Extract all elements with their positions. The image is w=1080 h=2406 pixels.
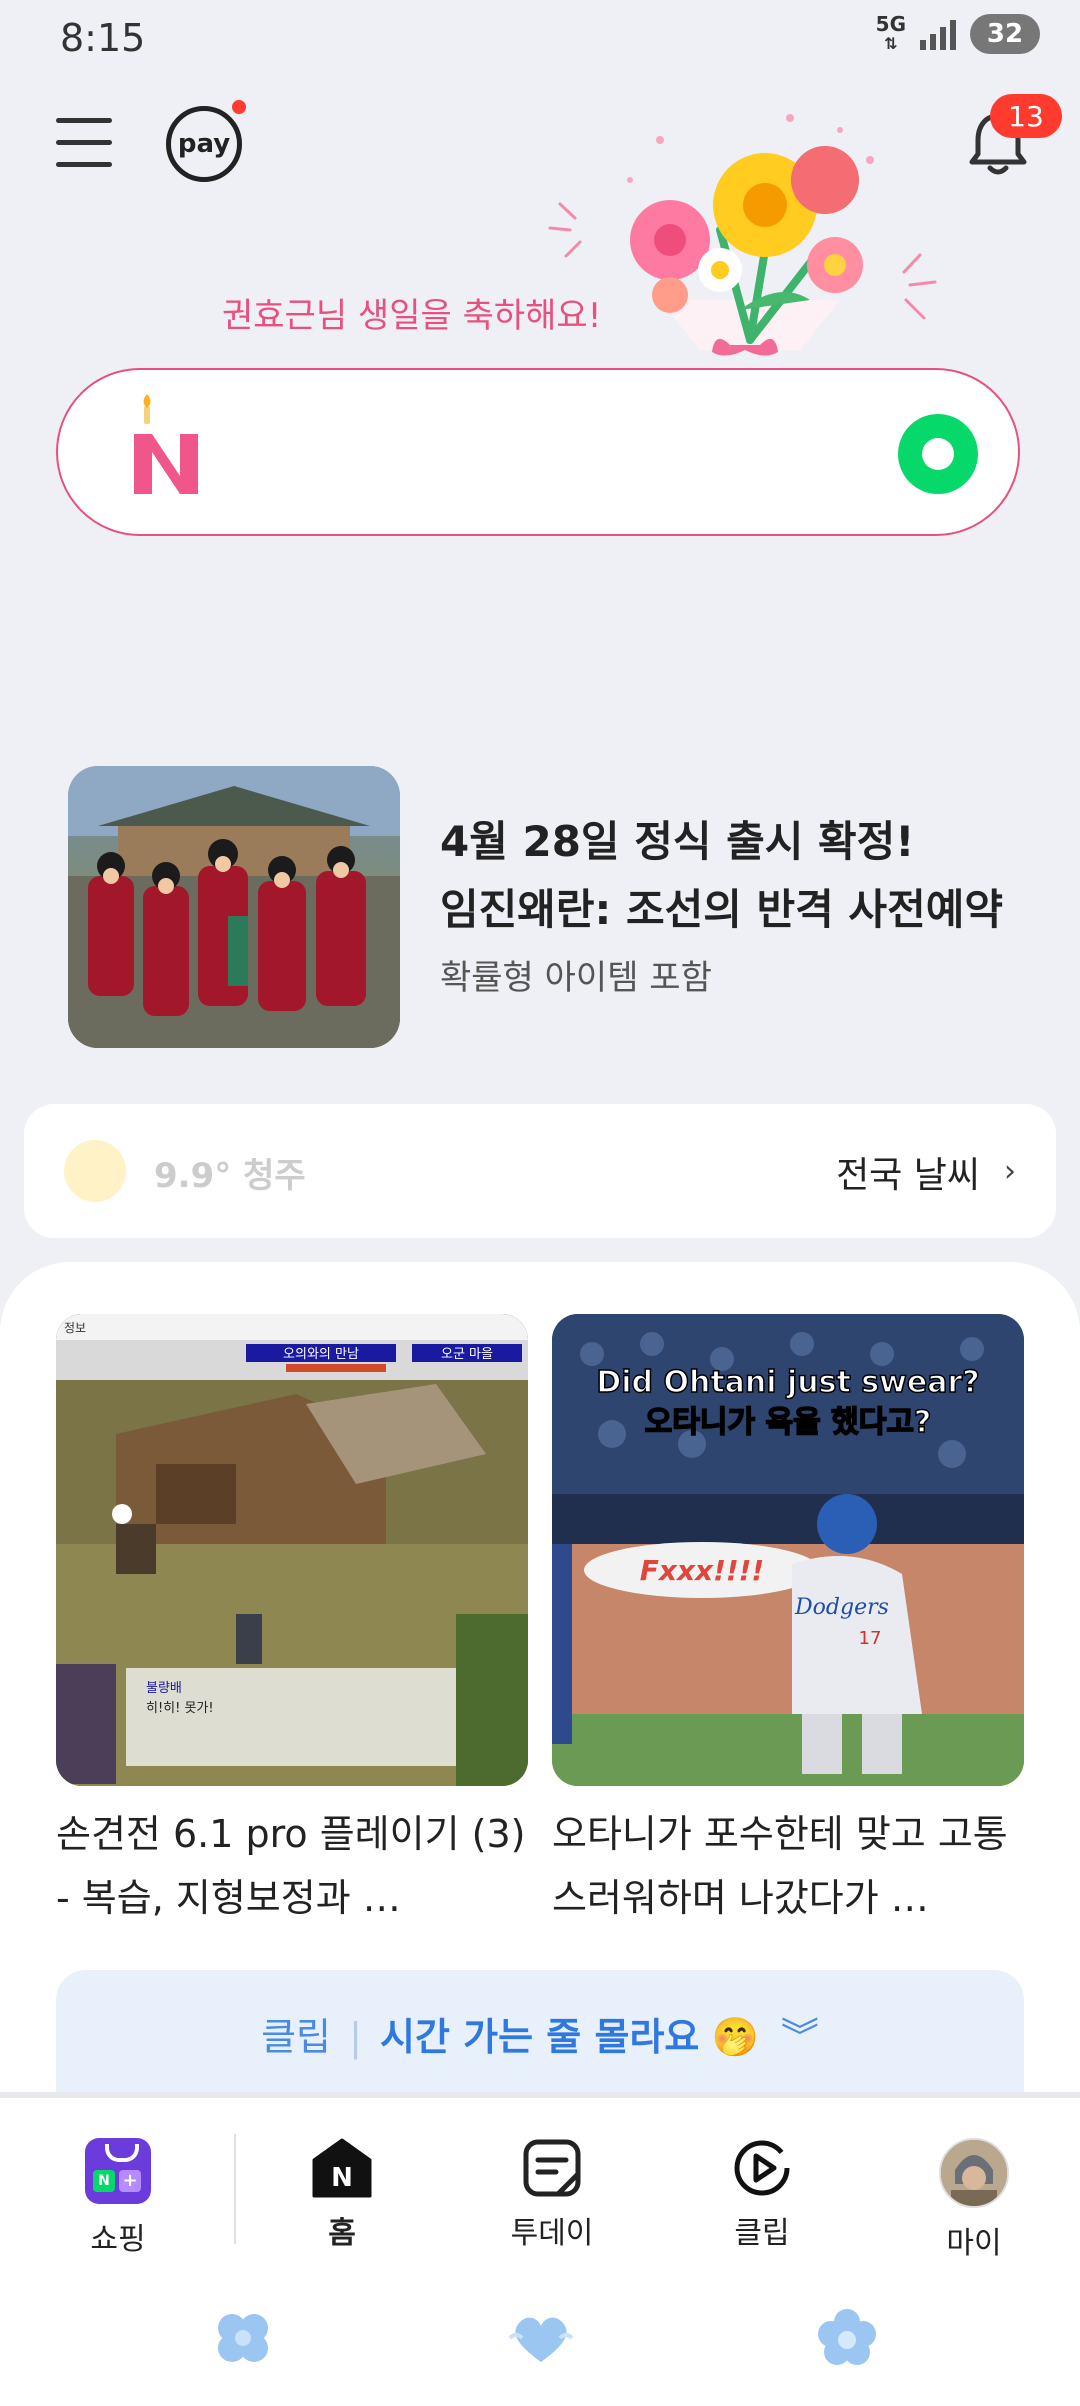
search-bar[interactable] [56, 368, 1020, 536]
sun-icon [64, 1140, 126, 1202]
clip-prefix: 클립 [261, 2015, 331, 2059]
double-chevron-down-icon: ︾ [780, 2015, 819, 2059]
pay-button[interactable]: pay [166, 106, 242, 182]
clip-feed: 정보 오의와의 만남 오군 마을 불량배 히!히! 못가! 손견전 6.1 pr… [0, 1262, 1080, 2092]
notification-count-badge: 13 [990, 94, 1062, 138]
nav-label: 투데이 [510, 2216, 594, 2251]
svg-text:정보: 정보 [64, 1321, 86, 1335]
menu-icon[interactable] [56, 118, 112, 168]
naver-birthday-logo-icon [128, 394, 208, 504]
clip-banner-emoji: 🤭 [711, 2015, 759, 2059]
nav-today[interactable]: 투데이 [472, 2138, 632, 2252]
nav-label: 클립 [734, 2216, 790, 2251]
svg-text:N: N [331, 2163, 353, 2193]
weather-temperature-city: 9.9° 청주 [154, 1156, 306, 1196]
clip-banner-text: 시간 가는 줄 몰라요 [380, 2015, 700, 2059]
video-title[interactable]: 손견전 6.1 pro 플레이기 (3) - 복습, 지형보정과 … [56, 1802, 526, 1930]
clip-more-banner[interactable]: 클립 | 시간 가는 줄 몰라요 🤭 ︾ [56, 1970, 1024, 2100]
video-title[interactable]: 오타니가 포수한테 맞고 고통스러워하며 나갔다가 … [552, 1802, 1022, 1930]
nav-home[interactable]: N 홈 [262, 2138, 422, 2252]
svg-text:오타니가 욕을 했다고?: 오타니가 욕을 했다고? [645, 1405, 932, 1440]
svg-text:Dodgers: Dodgers [794, 1595, 889, 1620]
nav-label: 마이 [946, 2226, 1002, 2261]
green-dot-button[interactable] [898, 414, 978, 494]
svg-text:Fxxx!!!!: Fxxx!!!! [640, 1554, 764, 1587]
nav-label: 홈 [328, 2216, 356, 2251]
nav-shopping[interactable]: N + 쇼핑 [38, 2138, 198, 2258]
home-icon: N [312, 2138, 372, 2198]
signal-icon [920, 18, 956, 50]
nav-label: 쇼핑 [90, 2222, 146, 2257]
weather-card[interactable]: 9.9° 청주 전국 날씨 › [24, 1104, 1056, 1238]
svg-text:Did Ohtani just swear?: Did Ohtani just swear? [596, 1365, 979, 1400]
nav-divider [234, 2134, 236, 2244]
svg-text:오의와의 만남: 오의와의 만남 [283, 1347, 359, 1362]
birthday-message: 권효근님 생일을 축하해요! [222, 296, 602, 336]
today-icon [522, 2138, 582, 2198]
nav-clip[interactable]: 클립 [682, 2138, 842, 2252]
status-icons: 5G ⇅ 32 [876, 14, 1040, 54]
flower-deco-icon [812, 2308, 882, 2368]
ad-title[interactable]: 4월 28일 정식 출시 확정! 임진왜란: 조선의 반격 사전예약 [440, 808, 1003, 944]
clover-deco-icon [208, 2308, 278, 2368]
network-5g-icon: 5G ⇅ [875, 12, 906, 53]
svg-text:오군 마을: 오군 마을 [441, 1347, 493, 1362]
svg-text:불량배: 불량배 [146, 1681, 182, 1696]
svg-text:17: 17 [859, 1628, 882, 1649]
profile-avatar [939, 2138, 1009, 2208]
status-time: 8:15 [60, 16, 146, 60]
heart-deco-icon [506, 2308, 576, 2368]
video-thumbnail-game[interactable]: 정보 오의와의 만남 오군 마을 불량배 히!히! 못가! [56, 1314, 528, 1786]
pay-label: pay [177, 129, 231, 159]
battery-icon: 32 [970, 14, 1040, 54]
pay-new-dot [232, 100, 246, 114]
birthday-bouquet-illustration [540, 110, 960, 380]
shopping-icon: N + [85, 2138, 151, 2204]
nav-my[interactable]: 마이 [894, 2138, 1054, 2262]
ad-thumbnail-image[interactable] [68, 766, 400, 1048]
clip-icon [732, 2138, 792, 2198]
national-weather-link[interactable]: 전국 날씨 [836, 1146, 980, 1198]
ad-subtitle: 확률형 아이템 포함 [440, 958, 712, 998]
svg-text:히!히! 못가!: 히!히! 못가! [146, 1701, 214, 1716]
chevron-right-icon: › [1004, 1154, 1016, 1189]
video-thumbnail-baseball[interactable]: Did Ohtani just swear? 오타니가 욕을 했다고? Fxxx… [552, 1314, 1024, 1786]
bottom-navigation: N + 쇼핑 N 홈 투데이 클립 마이 [0, 2092, 1080, 2406]
